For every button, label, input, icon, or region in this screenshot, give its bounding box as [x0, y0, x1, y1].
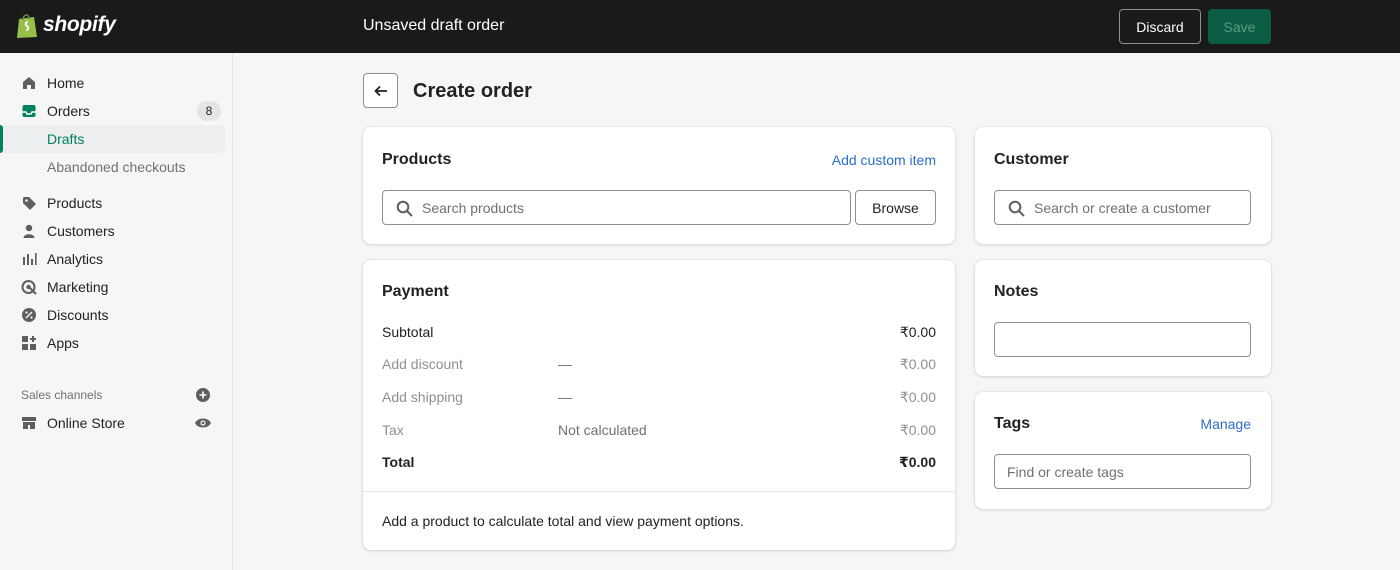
sidebar-item-label: Analytics — [47, 251, 104, 267]
sales-channels-heading: Sales channels — [21, 388, 103, 402]
payment-row-total: Total ₹0.00 — [382, 454, 936, 474]
sidebar-item-products[interactable]: Products — [0, 190, 233, 216]
sidebar-item-customers[interactable]: Customers — [0, 218, 233, 244]
products-card-title: Products — [382, 151, 452, 168]
sidebar-item-label: Products — [47, 195, 103, 211]
product-search-input[interactable]: Search products — [382, 190, 851, 225]
notes-card: Notes — [975, 260, 1271, 376]
tags-placeholder: Find or create tags — [1007, 463, 1124, 480]
payment-divider — [363, 491, 955, 492]
tax-link[interactable]: Tax — [382, 422, 404, 438]
payment-row-value: ₹0.00 — [899, 324, 936, 340]
payment-row-value: ₹0.00 — [899, 422, 936, 438]
sidebar-item-label: Discounts — [47, 307, 109, 323]
arrow-left-icon — [373, 85, 387, 96]
tags-card: Tags Manage Find or create tags — [975, 392, 1271, 509]
payment-row-subtotal: Subtotal ₹0.00 — [382, 324, 936, 344]
orders-count-badge: 8 — [197, 101, 221, 121]
payment-row-value: ₹0.00 — [899, 356, 936, 372]
payment-row-detail: — — [558, 389, 572, 405]
payment-row-value: ₹0.00 — [899, 454, 936, 470]
apps-grid-icon — [21, 335, 37, 351]
sidebar-item-abandoned-checkouts[interactable]: Abandoned checkouts — [0, 153, 233, 181]
person-icon — [21, 223, 37, 239]
target-icon — [21, 279, 37, 295]
sidebar-item-label: Home — [47, 75, 85, 91]
payment-card-title: Payment — [382, 283, 449, 300]
payment-row-label: Subtotal — [382, 324, 434, 340]
sidebar-item-home[interactable]: Home — [0, 70, 233, 96]
sidebar-item-drafts[interactable]: Drafts — [3, 125, 225, 153]
tags-card-title: Tags — [994, 415, 1031, 432]
top-bar: shopify Unsaved draft order Discard Save — [0, 0, 1400, 53]
sidebar-item-online-store[interactable]: Online Store — [0, 410, 233, 436]
tags-input[interactable]: Find or create tags — [994, 454, 1251, 489]
bar-chart-icon — [21, 251, 37, 267]
sidebar-item-label: Orders — [47, 103, 90, 119]
shopify-logo[interactable]: shopify — [15, 11, 116, 39]
add-discount-link[interactable]: Add discount — [382, 356, 463, 372]
shopify-bag-icon — [17, 14, 37, 38]
discard-button[interactable]: Discard — [1119, 9, 1201, 44]
discount-icon — [21, 307, 37, 323]
home-icon — [21, 75, 37, 91]
add-circle-icon[interactable] — [195, 387, 211, 403]
payment-row-detail: — — [558, 356, 572, 372]
payment-row-discount: Add discount — ₹0.00 — [382, 356, 936, 376]
sidebar-item-apps[interactable]: Apps — [0, 330, 233, 356]
sidebar-item-label: Customers — [47, 223, 115, 239]
sidebar: Home Orders 8 Drafts Abandoned checkouts… — [0, 53, 233, 570]
payment-note: Add a product to calculate total and vie… — [382, 513, 744, 529]
inbox-icon — [21, 103, 37, 119]
customer-search-input[interactable]: Search or create a customer — [994, 190, 1251, 225]
browse-button[interactable]: Browse — [855, 190, 936, 225]
tag-icon — [21, 195, 37, 211]
sidebar-item-analytics[interactable]: Analytics — [0, 246, 233, 272]
page-title: Create order — [413, 80, 532, 102]
eye-icon[interactable] — [194, 416, 212, 430]
back-button[interactable] — [363, 73, 398, 108]
add-custom-item-link[interactable]: Add custom item — [832, 152, 936, 168]
customer-search-placeholder: Search or create a customer — [1034, 199, 1211, 216]
sidebar-item-label: Drafts — [47, 131, 85, 147]
brand-wordmark: shopify — [43, 13, 116, 36]
payment-row-label: Total — [382, 454, 415, 470]
store-icon — [21, 415, 37, 431]
add-shipping-link[interactable]: Add shipping — [382, 389, 463, 405]
sidebar-item-label: Online Store — [47, 415, 125, 431]
payment-row-detail: Not calculated — [558, 422, 647, 438]
payment-row-tax: Tax Not calculated ₹0.00 — [382, 422, 936, 442]
notes-card-title: Notes — [994, 283, 1039, 300]
payment-row-value: ₹0.00 — [899, 389, 936, 405]
customer-card: Customer Search or create a customer — [975, 127, 1271, 244]
customer-card-title: Customer — [994, 151, 1069, 168]
search-icon — [396, 200, 413, 217]
manage-tags-link[interactable]: Manage — [1200, 416, 1251, 432]
sidebar-item-orders[interactable]: Orders 8 — [0, 98, 233, 124]
sidebar-item-label: Apps — [47, 335, 79, 351]
search-icon — [1008, 200, 1025, 217]
product-search-placeholder: Search products — [422, 199, 524, 216]
sidebar-item-marketing[interactable]: Marketing — [0, 274, 233, 300]
sidebar-item-discounts[interactable]: Discounts — [0, 302, 233, 328]
notes-input[interactable] — [994, 322, 1251, 357]
payment-card: Payment Subtotal ₹0.00 Add discount — ₹0… — [363, 260, 955, 550]
draft-status-title: Unsaved draft order — [363, 17, 505, 34]
sidebar-item-label: Marketing — [47, 279, 109, 295]
products-card: Products Add custom item Search products… — [363, 127, 955, 244]
save-button[interactable]: Save — [1208, 9, 1271, 44]
sidebar-item-label: Abandoned checkouts — [47, 159, 186, 175]
payment-row-shipping: Add shipping — ₹0.00 — [382, 389, 936, 409]
